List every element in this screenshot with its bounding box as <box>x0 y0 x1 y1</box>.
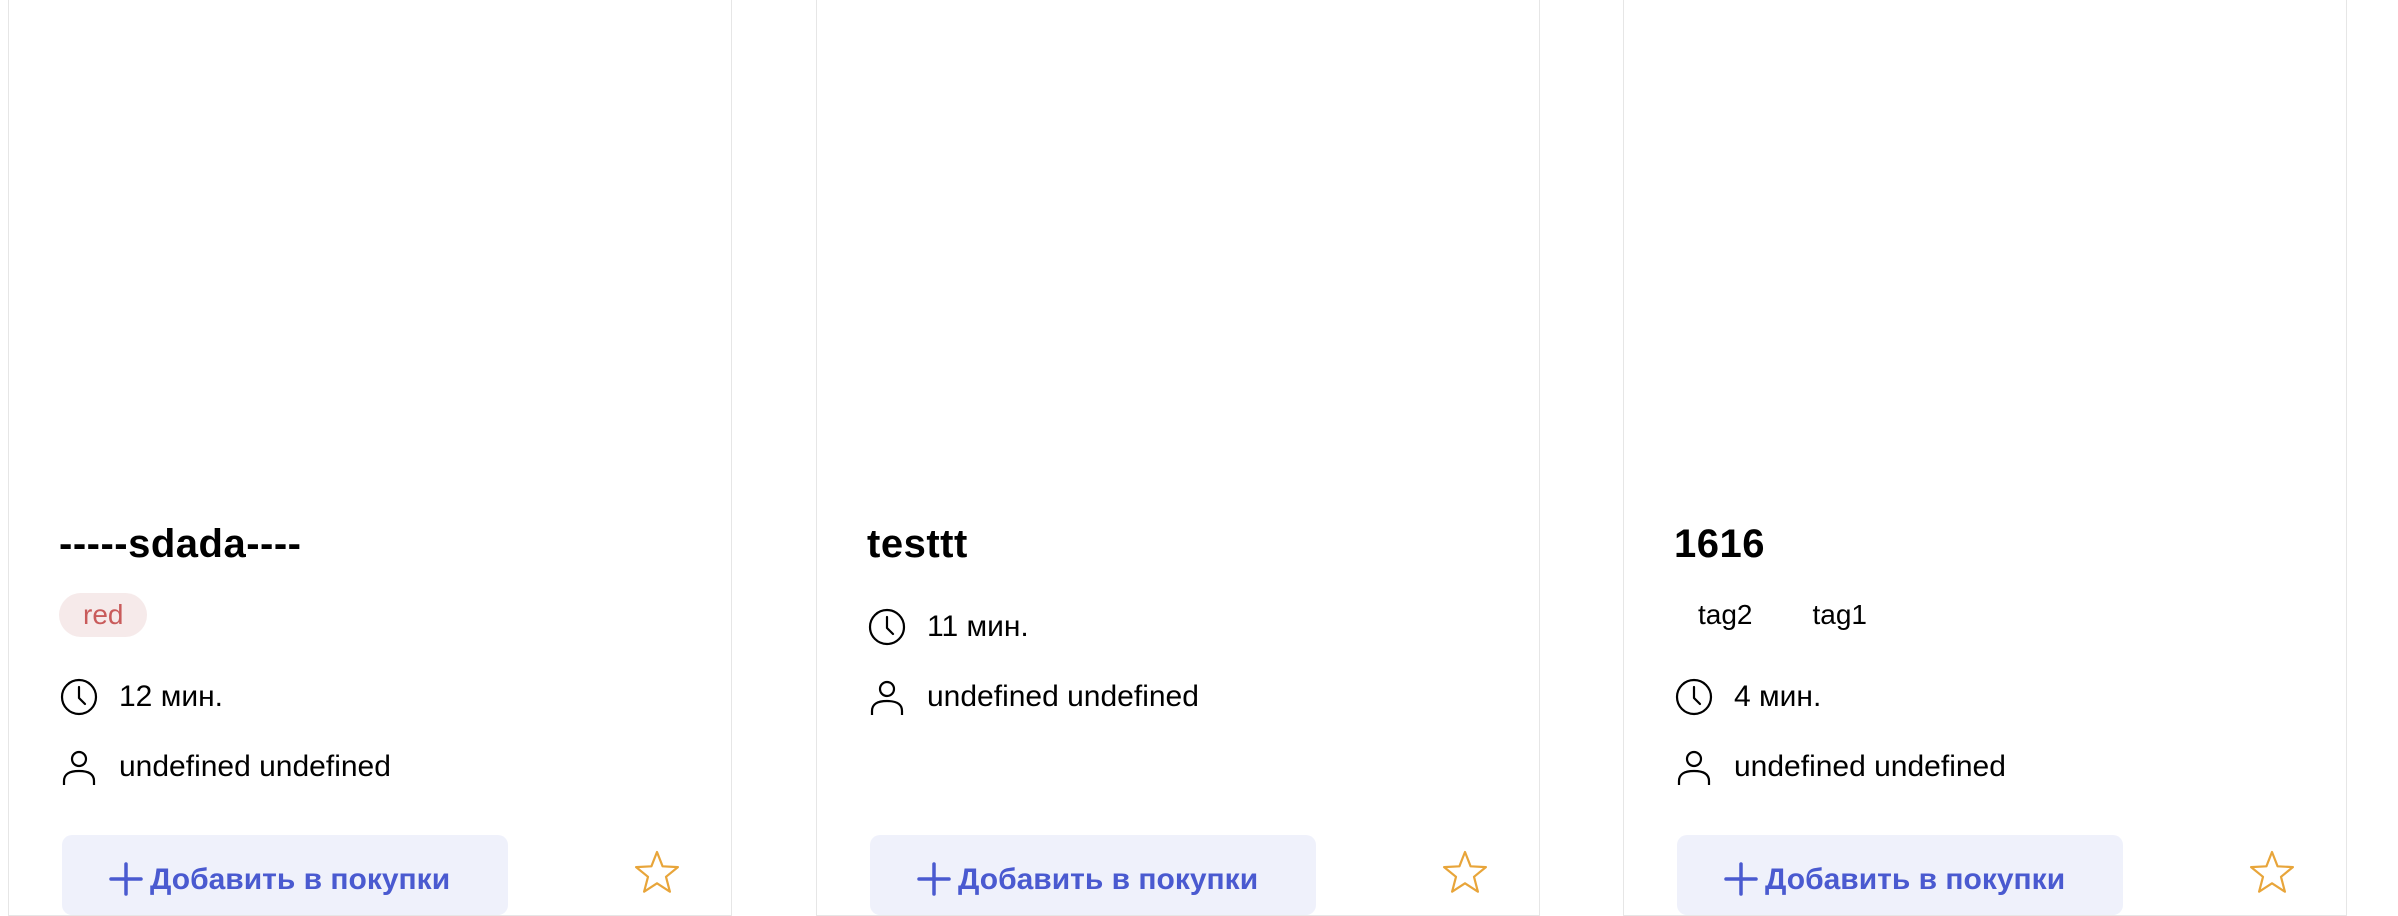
recipe-card[interactable]: testtt 11 мин. undefined undefined Добав… <box>816 0 1540 916</box>
author-name[interactable]: undefined undefined <box>1734 750 2006 784</box>
cooking-time: 4 мин. <box>1674 677 1821 717</box>
author-name[interactable]: undefined undefined <box>927 680 1199 714</box>
cooking-time-label: 12 мин. <box>119 680 223 713</box>
add-to-shopping-label: Добавить в покупки <box>1765 863 2066 896</box>
tag-badge: red <box>59 593 148 637</box>
recipe-author: undefined undefined <box>1674 747 2006 787</box>
tag-list: red <box>59 593 148 637</box>
recipe-title[interactable]: -----sdada---- <box>59 519 302 569</box>
recipe-title[interactable]: testtt <box>867 519 968 569</box>
tag-badge: tag1 <box>1812 599 1868 630</box>
star-icon[interactable] <box>2249 849 2295 895</box>
recipe-author: undefined undefined <box>59 747 391 787</box>
plus-icon <box>1724 862 1758 896</box>
star-icon[interactable] <box>634 849 680 895</box>
add-to-shopping-button[interactable]: Добавить в покупки <box>62 835 508 915</box>
author-name[interactable]: undefined undefined <box>119 750 391 784</box>
recipe-card[interactable]: -----sdada---- red 12 мин. undefined und… <box>8 0 732 916</box>
recipe-title[interactable]: 1616 <box>1674 519 1765 569</box>
tag-list: tag2 tag1 <box>1674 593 1891 637</box>
user-icon <box>870 680 904 715</box>
plus-icon <box>917 862 951 896</box>
add-to-shopping-button[interactable]: Добавить в покупки <box>870 835 1316 915</box>
clock-icon <box>60 678 98 716</box>
plus-icon <box>109 862 143 896</box>
cooking-time-label: 11 мин. <box>927 610 1029 643</box>
add-to-shopping-button[interactable]: Добавить в покупки <box>1677 835 2123 915</box>
clock-icon <box>868 608 906 646</box>
user-icon <box>62 750 96 785</box>
add-to-shopping-label: Добавить в покупки <box>958 863 1259 896</box>
cooking-time-label: 4 мин. <box>1734 680 1822 713</box>
cooking-time: 11 мин. <box>867 607 1029 647</box>
add-to-shopping-label: Добавить в покупки <box>150 863 451 896</box>
tag-badge: tag2 <box>1698 599 1753 630</box>
recipe-card[interactable]: 1616 tag2 tag1 4 мин. undefined undefine… <box>1623 0 2347 916</box>
clock-icon <box>1675 678 1713 716</box>
star-icon[interactable] <box>1442 849 1488 895</box>
user-icon <box>1677 750 1711 785</box>
recipe-author: undefined undefined <box>867 677 1199 717</box>
cooking-time: 12 мин. <box>59 677 223 717</box>
